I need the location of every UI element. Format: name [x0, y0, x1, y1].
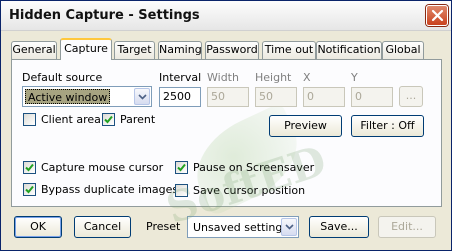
save-preset-button[interactable]: Save... [309, 216, 369, 238]
chevron-down-icon [285, 224, 294, 230]
browse-button[interactable]: ... [399, 86, 423, 107]
chevron-down-icon [138, 94, 147, 100]
client-area-label: Client area [41, 113, 101, 126]
pause-screensaver-label: Pause on Screensaver [193, 161, 315, 174]
checkmark-icon [25, 163, 34, 172]
tab-bar: General Capture Target Naming Password T… [11, 38, 443, 61]
default-source-label: Default source [22, 71, 103, 84]
window-title: Hidden Capture - Settings [9, 8, 200, 23]
tab-time-out[interactable]: Time out [262, 41, 316, 59]
checkmark-icon [25, 185, 34, 194]
capture-panel: SoftED Default source Interval Width Hei… [11, 59, 442, 233]
bypass-duplicates-label: Bypass duplicate images [41, 183, 179, 196]
y-field[interactable]: 0 [351, 87, 393, 107]
preview-button[interactable]: Preview [269, 115, 342, 137]
edit-preset-button[interactable]: Edit... [378, 216, 436, 238]
client-area-checkbox[interactable] [23, 113, 36, 126]
width-field[interactable]: 50 [207, 87, 249, 107]
tab-general[interactable]: General [11, 41, 57, 59]
preset-label: Preset [146, 220, 181, 233]
checkmark-icon [104, 115, 113, 124]
preset-value: Unsaved settings [193, 221, 289, 234]
tab-target[interactable]: Target [114, 41, 155, 59]
tab-naming[interactable]: Naming [158, 41, 202, 59]
tab-capture[interactable]: Capture [60, 38, 112, 60]
checkmark-icon [177, 163, 186, 172]
default-source-dropdown-button[interactable] [134, 88, 150, 105]
parent-label: Parent [120, 113, 156, 126]
width-label: Width [207, 71, 239, 84]
default-source-value: Active window [25, 89, 111, 104]
tab-password[interactable]: Password [205, 41, 259, 59]
default-source-select[interactable]: Active window [22, 86, 152, 107]
interval-label: Interval [159, 71, 202, 84]
capture-mouse-label: Capture mouse cursor [41, 161, 164, 174]
bypass-duplicates-checkbox[interactable] [23, 183, 36, 196]
settings-window: Hidden Capture - Settings General Captur… [0, 0, 452, 251]
title-bar[interactable]: Hidden Capture - Settings [1, 1, 451, 31]
preset-dropdown-button[interactable] [281, 218, 297, 236]
close-icon [431, 9, 444, 22]
save-cursor-label: Save cursor position [193, 184, 306, 197]
tab-notification[interactable]: Notification [316, 41, 382, 59]
height-label: Height [255, 71, 292, 84]
interval-field[interactable]: 2500 [159, 87, 201, 107]
filter-button[interactable]: Filter : Off [351, 115, 424, 137]
save-cursor-checkbox[interactable] [175, 184, 188, 197]
cancel-button[interactable]: Cancel [74, 216, 131, 238]
pause-screensaver-checkbox[interactable] [175, 161, 188, 174]
height-field[interactable]: 50 [255, 87, 297, 107]
capture-mouse-checkbox[interactable] [23, 161, 36, 174]
y-label: Y [351, 71, 358, 84]
parent-checkbox[interactable] [102, 113, 115, 126]
x-field[interactable]: 0 [303, 87, 345, 107]
preset-select[interactable]: Unsaved settings [187, 216, 299, 238]
ok-button[interactable]: OK [14, 216, 62, 238]
x-label: X [303, 71, 311, 84]
close-button[interactable] [426, 5, 448, 26]
tab-global[interactable]: Global [382, 41, 424, 59]
